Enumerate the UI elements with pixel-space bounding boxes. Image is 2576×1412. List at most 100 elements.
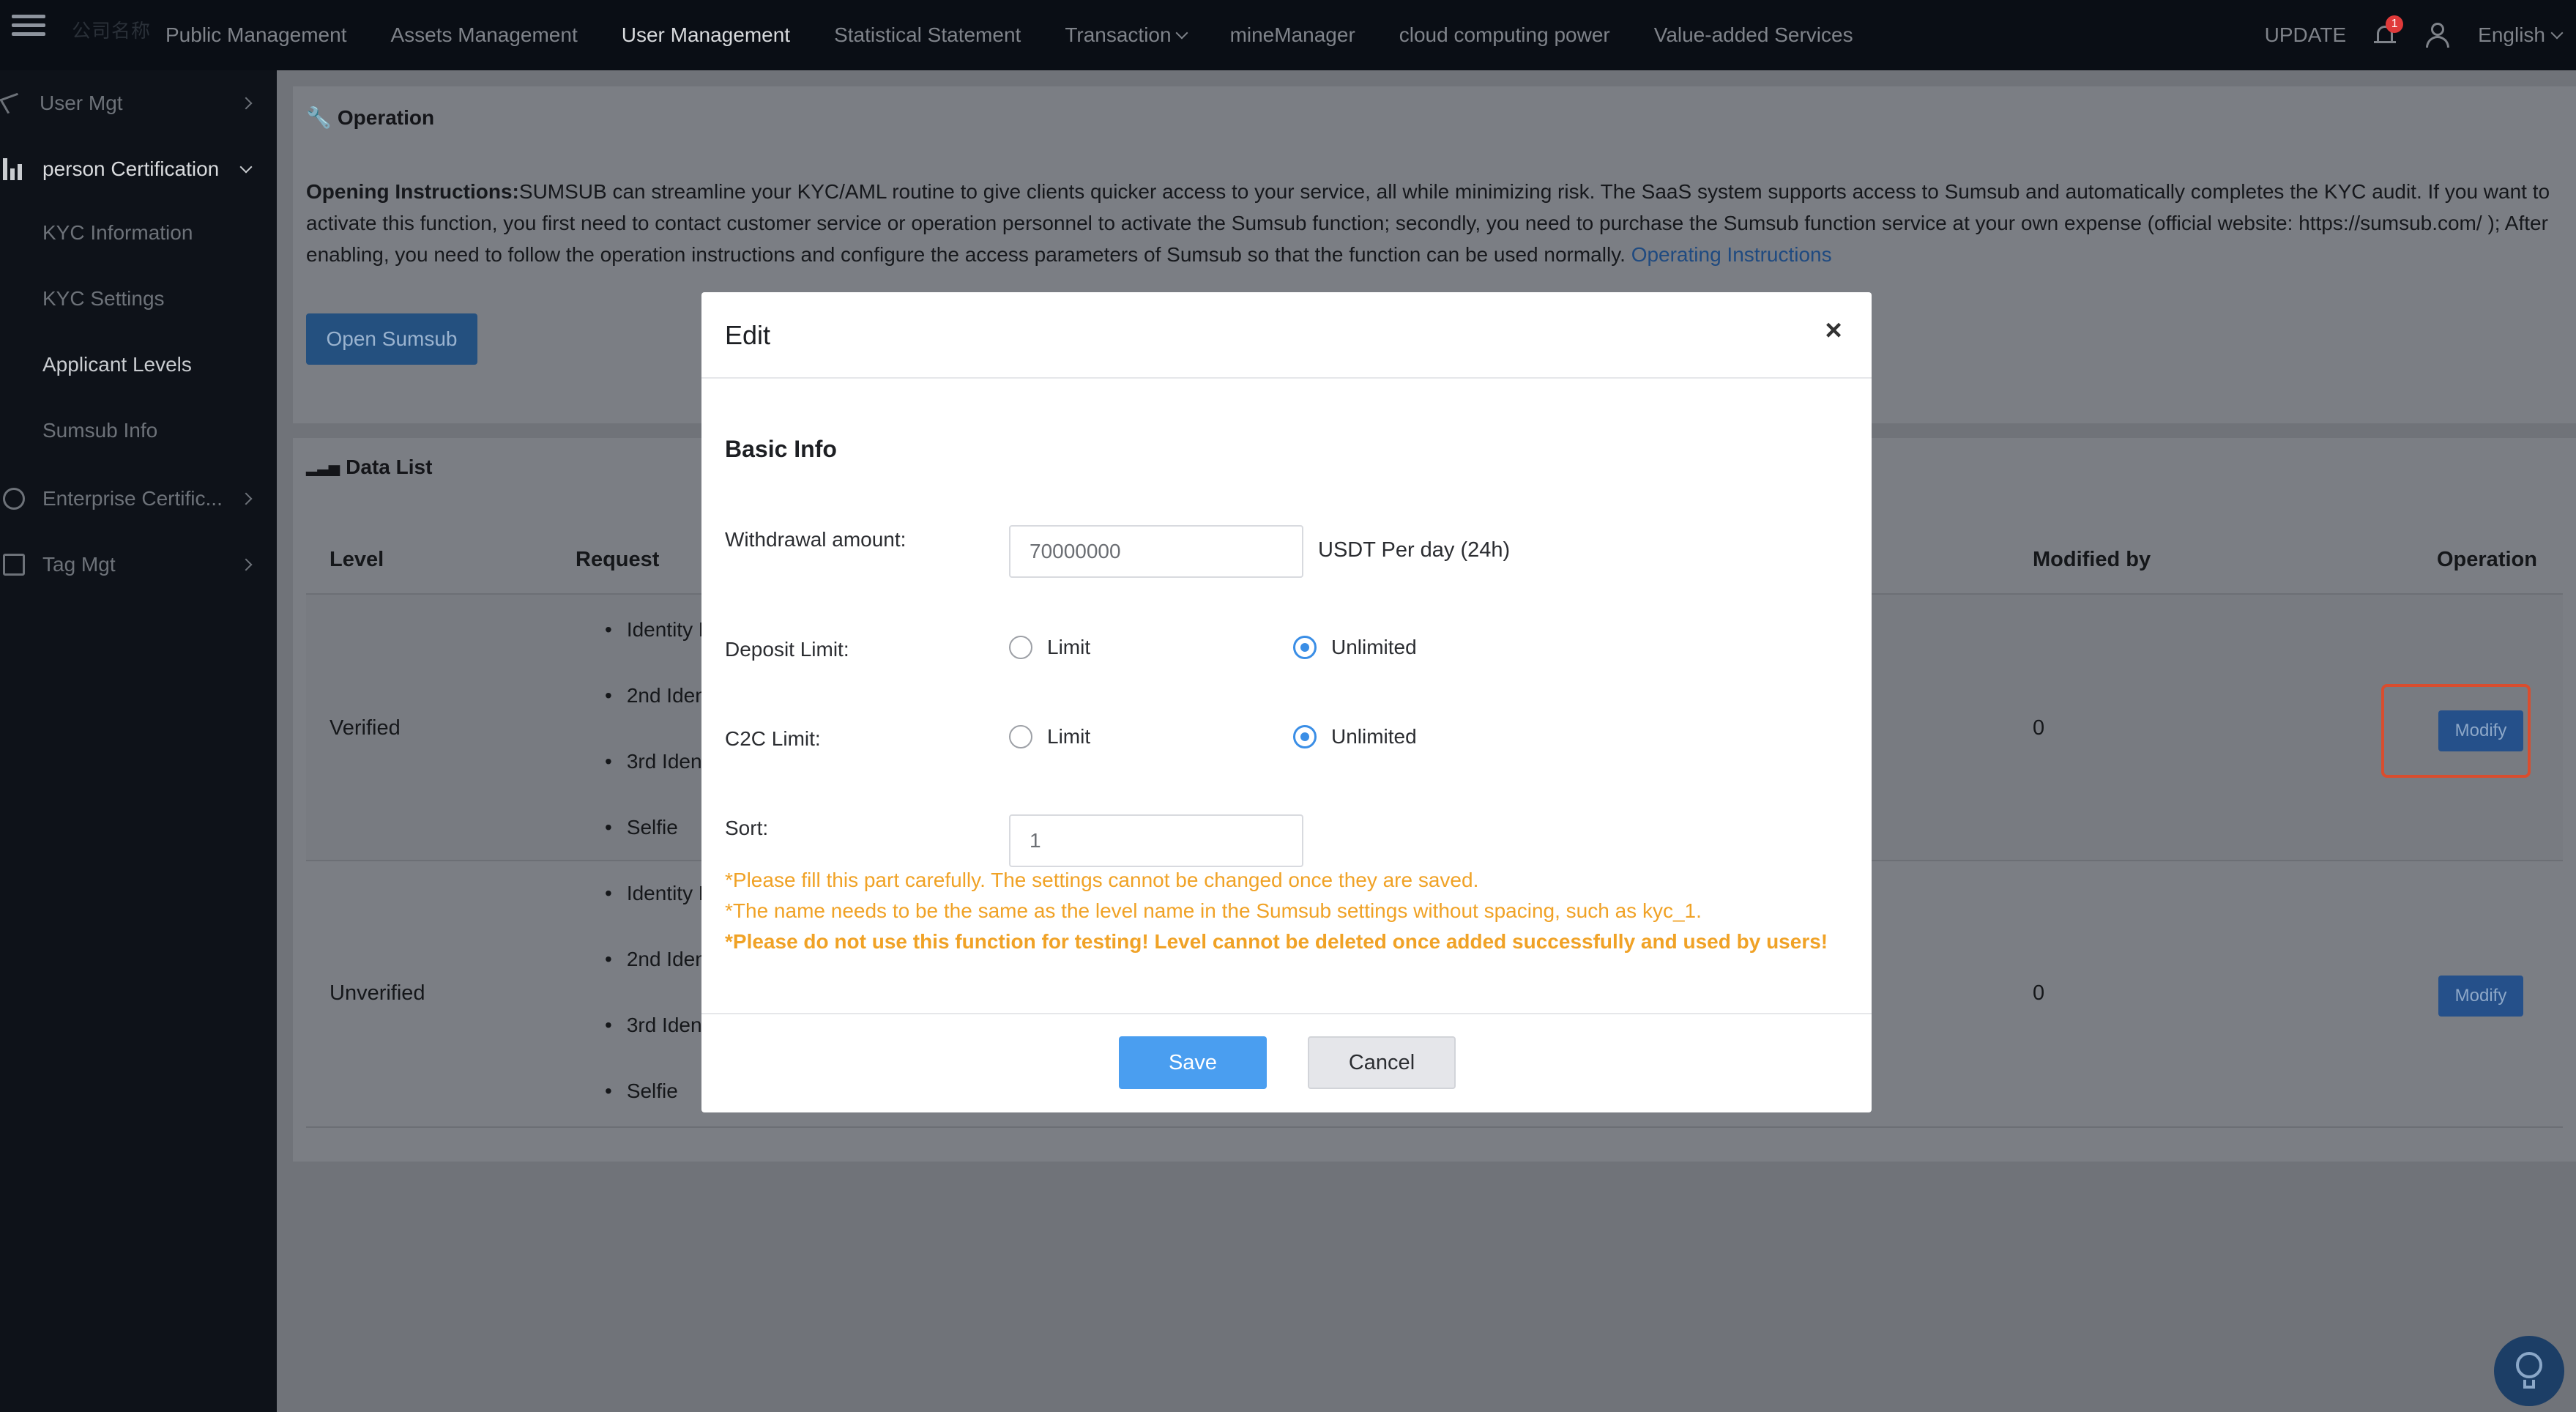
instructions-text: SUMSUB can streamline your KYC/AML routi… — [306, 180, 2550, 266]
user-icon[interactable] — [2424, 21, 2452, 49]
instructions-label: Opening Instructions: — [306, 180, 519, 203]
sort-label: Sort: — [725, 817, 769, 839]
edit-dialog: Edit × Basic Info Withdrawal amount: 700… — [701, 292, 1872, 1112]
radio-label: Limit — [1047, 725, 1091, 748]
warning-note: *The name needs to be the same as the le… — [725, 899, 1702, 922]
wrench-icon: 🔧 — [306, 106, 332, 129]
chevron-right-icon — [239, 492, 253, 505]
row-level: Unverified — [330, 981, 425, 1005]
bar-chart-icon — [3, 158, 25, 180]
nav-user-management[interactable]: User Management — [622, 23, 790, 47]
sidebar-item-label: User Mgt — [40, 92, 123, 114]
nav-cloud-computing-power[interactable]: cloud computing power — [1399, 23, 1610, 47]
sidebar-item-label: Enterprise Certific... — [42, 487, 223, 510]
deposit-limit-radio[interactable]: Limit — [1009, 636, 1090, 659]
sidebar-item-label: person Certification — [42, 157, 220, 180]
column-header-level: Level — [330, 548, 384, 571]
nav-mine-manager[interactable]: mineManager — [1230, 23, 1355, 47]
data-list-title: ▂▃▅ Data List — [306, 456, 432, 479]
sidebar-item-person-certification[interactable]: person Certification — [0, 136, 277, 202]
chevron-right-icon — [239, 558, 253, 571]
c2c-unlimited-radio[interactable]: Unlimited — [1293, 725, 1417, 748]
request-item: 3rd Ident — [605, 750, 708, 773]
radio-icon — [1009, 725, 1032, 748]
request-item: 2nd Ident — [605, 948, 712, 971]
nav-transaction[interactable]: Transaction — [1065, 23, 1188, 47]
sidebar-subitem-applicant-levels[interactable]: Applicant Levels — [42, 353, 192, 376]
sidebar-item-user-mgt[interactable]: User Mgt — [0, 70, 277, 136]
column-header-operation: Operation — [2437, 548, 2537, 571]
request-item: Selfie — [605, 816, 678, 839]
menu-toggle-icon[interactable] — [12, 15, 45, 40]
withdrawal-amount-label: Withdrawal amount: — [725, 528, 907, 551]
column-header-request: Request — [576, 548, 660, 571]
warning-note-bold: *Please do not use this function for tes… — [725, 930, 1828, 953]
lightbulb-icon[interactable] — [2494, 1336, 2564, 1406]
top-navbar: 公司名称 Public Management Assets Management… — [0, 0, 2576, 70]
deposit-limit-label: Deposit Limit: — [725, 638, 849, 661]
operation-title-text: Operation — [337, 105, 435, 129]
sidebar-subitem-kyc-information[interactable]: KYC Information — [42, 221, 193, 245]
request-item: Selfie — [605, 1080, 678, 1103]
basic-info-heading: Basic Info — [725, 436, 837, 462]
brand-logo: 公司名称 — [72, 20, 152, 42]
chevron-down-icon — [2550, 26, 2564, 40]
warning-note: *Please fill this part carefully. The se… — [725, 869, 1479, 891]
highlight-box — [2381, 684, 2531, 778]
update-link[interactable]: UPDATE — [2265, 23, 2347, 47]
deposit-unlimited-radio[interactable]: Unlimited — [1293, 636, 1417, 659]
radio-checked-icon — [1293, 725, 1317, 748]
sidebar-item-enterprise-certification[interactable]: Enterprise Certific... — [0, 466, 277, 532]
nav-value-added-services[interactable]: Value-added Services — [1654, 23, 1853, 47]
language-label: English — [2478, 23, 2545, 46]
nav-statistical-statement[interactable]: Statistical Statement — [834, 23, 1021, 47]
modify-button[interactable]: Modify — [2438, 976, 2523, 1017]
row-level: Verified — [330, 716, 401, 740]
opening-instructions: Opening Instructions:SUMSUB can streamli… — [306, 176, 2569, 270]
operation-title: 🔧 Operation — [306, 105, 434, 130]
sidebar-subitem-kyc-settings[interactable]: KYC Settings — [42, 287, 165, 311]
request-item: 2nd Iden — [605, 684, 707, 707]
row-modified-by: 0 — [2033, 981, 2045, 1005]
language-select[interactable]: English — [2478, 23, 2564, 47]
sidebar-item-label: Tag Mgt — [42, 553, 116, 576]
top-right-tools: UPDATE 1 English — [2265, 0, 2564, 70]
sort-input[interactable]: 1 — [1009, 814, 1303, 867]
nav-assets-management[interactable]: Assets Management — [390, 23, 577, 47]
request-item: Identity D — [605, 618, 713, 642]
dialog-header: Edit × — [701, 292, 1872, 379]
book-icon — [3, 554, 25, 576]
request-item: Identity D — [605, 882, 713, 905]
circle-icon — [3, 488, 25, 510]
request-item: 3rd Ident — [605, 1014, 708, 1037]
data-list-title-text: Data List — [346, 456, 433, 478]
withdrawal-unit: USDT Per day (24h) — [1318, 538, 1511, 562]
radio-label: Limit — [1047, 636, 1091, 658]
cancel-button[interactable]: Cancel — [1308, 1036, 1456, 1089]
sidebar-item-tag-mgt[interactable]: Tag Mgt — [0, 532, 277, 598]
operating-instructions-link[interactable]: Operating Instructions — [1631, 243, 1832, 266]
dialog-title: Edit — [725, 320, 771, 350]
dialog-footer-divider — [701, 1013, 1872, 1014]
sidebar: User Mgt person Certification KYC Inform… — [0, 70, 277, 1412]
radio-icon — [1009, 636, 1032, 659]
save-button[interactable]: Save — [1119, 1036, 1267, 1089]
bell-icon[interactable]: 1 — [2372, 15, 2404, 49]
top-nav: Public Management Assets Management User… — [165, 0, 1853, 70]
chevron-down-icon — [239, 160, 253, 174]
radio-checked-icon — [1293, 636, 1317, 659]
column-header-modified-by: Modified by — [2033, 548, 2151, 571]
row-modified-by: 0 — [2033, 716, 2045, 740]
c2c-limit-label: C2C Limit: — [725, 727, 821, 750]
chevron-right-icon — [239, 97, 253, 110]
signal-icon: ▂▃▅ — [306, 459, 340, 476]
open-sumsub-button[interactable]: Open Sumsub — [306, 313, 477, 365]
close-icon[interactable]: × — [1817, 314, 1850, 346]
nav-transaction-label: Transaction — [1065, 23, 1172, 46]
radio-label: Unlimited — [1331, 725, 1417, 748]
withdrawal-amount-input[interactable]: 70000000 — [1009, 525, 1303, 578]
nav-public-management[interactable]: Public Management — [165, 23, 346, 47]
c2c-limit-radio[interactable]: Limit — [1009, 725, 1090, 748]
radio-label: Unlimited — [1331, 636, 1417, 658]
sidebar-subitem-sumsub-info[interactable]: Sumsub Info — [42, 419, 157, 442]
